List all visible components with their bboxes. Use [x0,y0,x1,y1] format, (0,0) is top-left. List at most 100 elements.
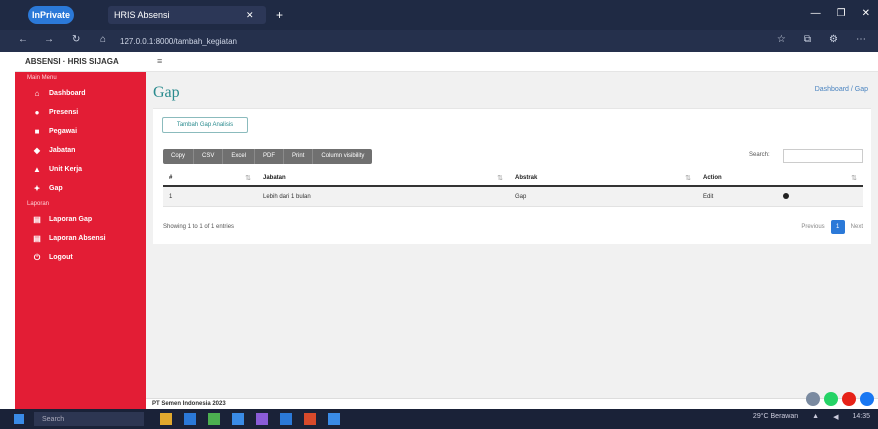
add-gap-button[interactable]: Tambah Gap Analisis [162,117,248,133]
sidebar-item-logout[interactable]: ⏻ Logout [15,248,146,267]
logout-icon: ⏻ [33,252,41,262]
sort-icon: ⇅ [497,175,503,182]
sidebar-item-unit-kerja[interactable]: ▲ Unit Kerja [15,160,146,179]
file-explorer-icon[interactable] [160,413,172,425]
sidebar-item-label: Dashboard [49,90,86,97]
sort-icon: ⇅ [685,175,691,182]
app-icon[interactable] [328,413,340,425]
profile-button[interactable]: InPrivate [28,6,74,24]
share-icon[interactable] [806,392,820,406]
column-header-abstrak[interactable]: Abstrak ⇅ [509,171,697,185]
new-tab-icon[interactable]: + [270,6,289,24]
data-card: Tambah Gap Analisis Copy CSV Excel PDF P… [153,108,871,244]
edge-icon[interactable] [184,413,196,425]
sidebar-header-main: Main Menu [27,75,57,81]
table-header: # ⇅ Jabatan ⇅ Abstrak ⇅ Action ⇅ [163,171,863,187]
extensions-icon[interactable]: ⚙ [829,34,838,45]
app-icon[interactable] [280,413,292,425]
previous-page-button[interactable]: Previous [801,224,824,230]
column-header-no[interactable]: # ⇅ [163,171,257,185]
refresh-icon[interactable]: ↻ [72,34,80,45]
column-header-action[interactable]: Action ⇅ [697,171,863,185]
window-controls: — ❐ ✕ [811,8,870,19]
app-icon[interactable] [304,413,316,425]
sidebar-item-label: Logout [49,254,73,261]
sidebar-item-label: Laporan Gap [49,216,93,223]
minimize-icon[interactable]: — [811,8,821,19]
sidebar-item-pegawai[interactable]: ■ Pegawai [15,122,146,141]
alert-icon: ✦ [33,184,41,193]
sidebar-item-dashboard[interactable]: ⌂ Dashboard [15,84,146,103]
favorite-icon[interactable]: ☆ [777,34,786,45]
volume-icon[interactable]: ◀ [833,413,838,421]
network-icon[interactable]: ▲ [812,413,819,421]
sidebar-item-label: Presensi [49,109,79,116]
sort-icon: ⇅ [245,175,251,182]
search-input[interactable] [783,149,863,163]
taskbar-apps [160,413,340,425]
table-row: 1 Lebih dari 1 bulan Gap Edit [163,187,863,207]
sidebar-item-laporan-absensi[interactable]: ▤ Laporan Absensi [15,229,146,248]
address-bar[interactable]: 127.0.0.1:8000/tambah_kegiatan [114,34,634,48]
main-content: Gap Dashboard / Gap Tambah Gap Analisis … [146,72,878,409]
breadcrumb[interactable]: Dashboard / Gap [815,86,868,93]
more-icon[interactable]: ⋯ [856,34,866,45]
maximize-icon[interactable]: ❐ [837,8,846,19]
app-icon[interactable] [256,413,268,425]
users-icon: ■ [34,127,40,136]
edit-link[interactable]: Edit [703,194,713,200]
briefcase-icon: ◆ [33,146,41,155]
delete-icon[interactable] [783,193,789,199]
sidebar-item-presensi[interactable]: ● Presensi [15,103,146,122]
sidebar-item-laporan-gap[interactable]: ▤ Laporan Gap [15,210,146,229]
export-button-group: Copy CSV Excel PDF Print Column visibili… [163,149,373,164]
cell-action: Edit [697,187,863,206]
next-page-button[interactable]: Next [851,224,863,230]
tab-title: HRIS Absensi [114,10,170,20]
search-label: Search: [749,152,770,158]
brand-logo[interactable]: ABSENSI · HRIS SIJAGA [25,57,119,66]
system-tray: 29°C Berawan ▲ ◀ 14:35 [753,413,870,421]
print-button[interactable]: Print [284,149,314,164]
browser-tools: ☆ ⧉ ⚙ ⋯ [777,34,866,45]
building-icon: ▲ [33,165,41,174]
copy-button[interactable]: Copy [163,149,195,164]
close-window-icon[interactable]: ✕ [862,8,870,19]
app-icon[interactable] [232,413,244,425]
back-icon[interactable]: ← [18,34,28,45]
column-visibility-button[interactable]: Column visibility [313,149,372,164]
data-table: # ⇅ Jabatan ⇅ Abstrak ⇅ Action ⇅ 1 Lebih dar… [163,171,863,207]
column-header-jabatan[interactable]: Jabatan ⇅ [257,171,509,185]
tab-close-icon[interactable]: ✕ [240,6,260,24]
forward-icon[interactable]: → [44,34,54,45]
sidebar-item-label: Jabatan [49,147,76,154]
taskbar-search[interactable]: Search [34,412,144,426]
whatsapp-icon[interactable] [824,392,838,406]
clock[interactable]: 14:35 [852,413,870,421]
sidebar-item-jabatan[interactable]: ◆ Jabatan [15,141,146,160]
page-1-button[interactable]: 1 [830,220,845,234]
menu-toggle-icon[interactable]: ≡ [157,56,162,66]
csv-button[interactable]: CSV [194,149,224,164]
sidebar-item-label: Gap [49,185,63,192]
youtube-icon[interactable] [842,392,856,406]
pagination: Previous 1 Next [801,220,863,234]
sidebar-item-label: Laporan Absensi [49,235,106,242]
user-icon: ● [34,108,40,117]
collections-icon[interactable]: ⧉ [804,34,811,45]
footer: PT Semen Indonesia 2023 [146,398,878,409]
facebook-icon[interactable] [860,392,874,406]
sidebar-item-gap[interactable]: ✦ Gap [15,179,146,198]
excel-button[interactable]: Excel [223,149,256,164]
header-label: Action [703,175,722,181]
app-icon[interactable] [208,413,220,425]
sidebar-header-report: Laporan [27,201,50,207]
cell-abstrak: Gap [515,193,527,200]
weather-widget[interactable]: 29°C Berawan [753,413,798,421]
pdf-button[interactable]: PDF [255,149,285,164]
windows-start-icon[interactable] [14,414,24,424]
table-info: Showing 1 to 1 of 1 entries [163,224,235,230]
sort-icon: ⇅ [851,175,857,182]
sidebar-item-label: Unit Kerja [49,166,83,173]
lock-icon: ⌂ [100,34,107,45]
